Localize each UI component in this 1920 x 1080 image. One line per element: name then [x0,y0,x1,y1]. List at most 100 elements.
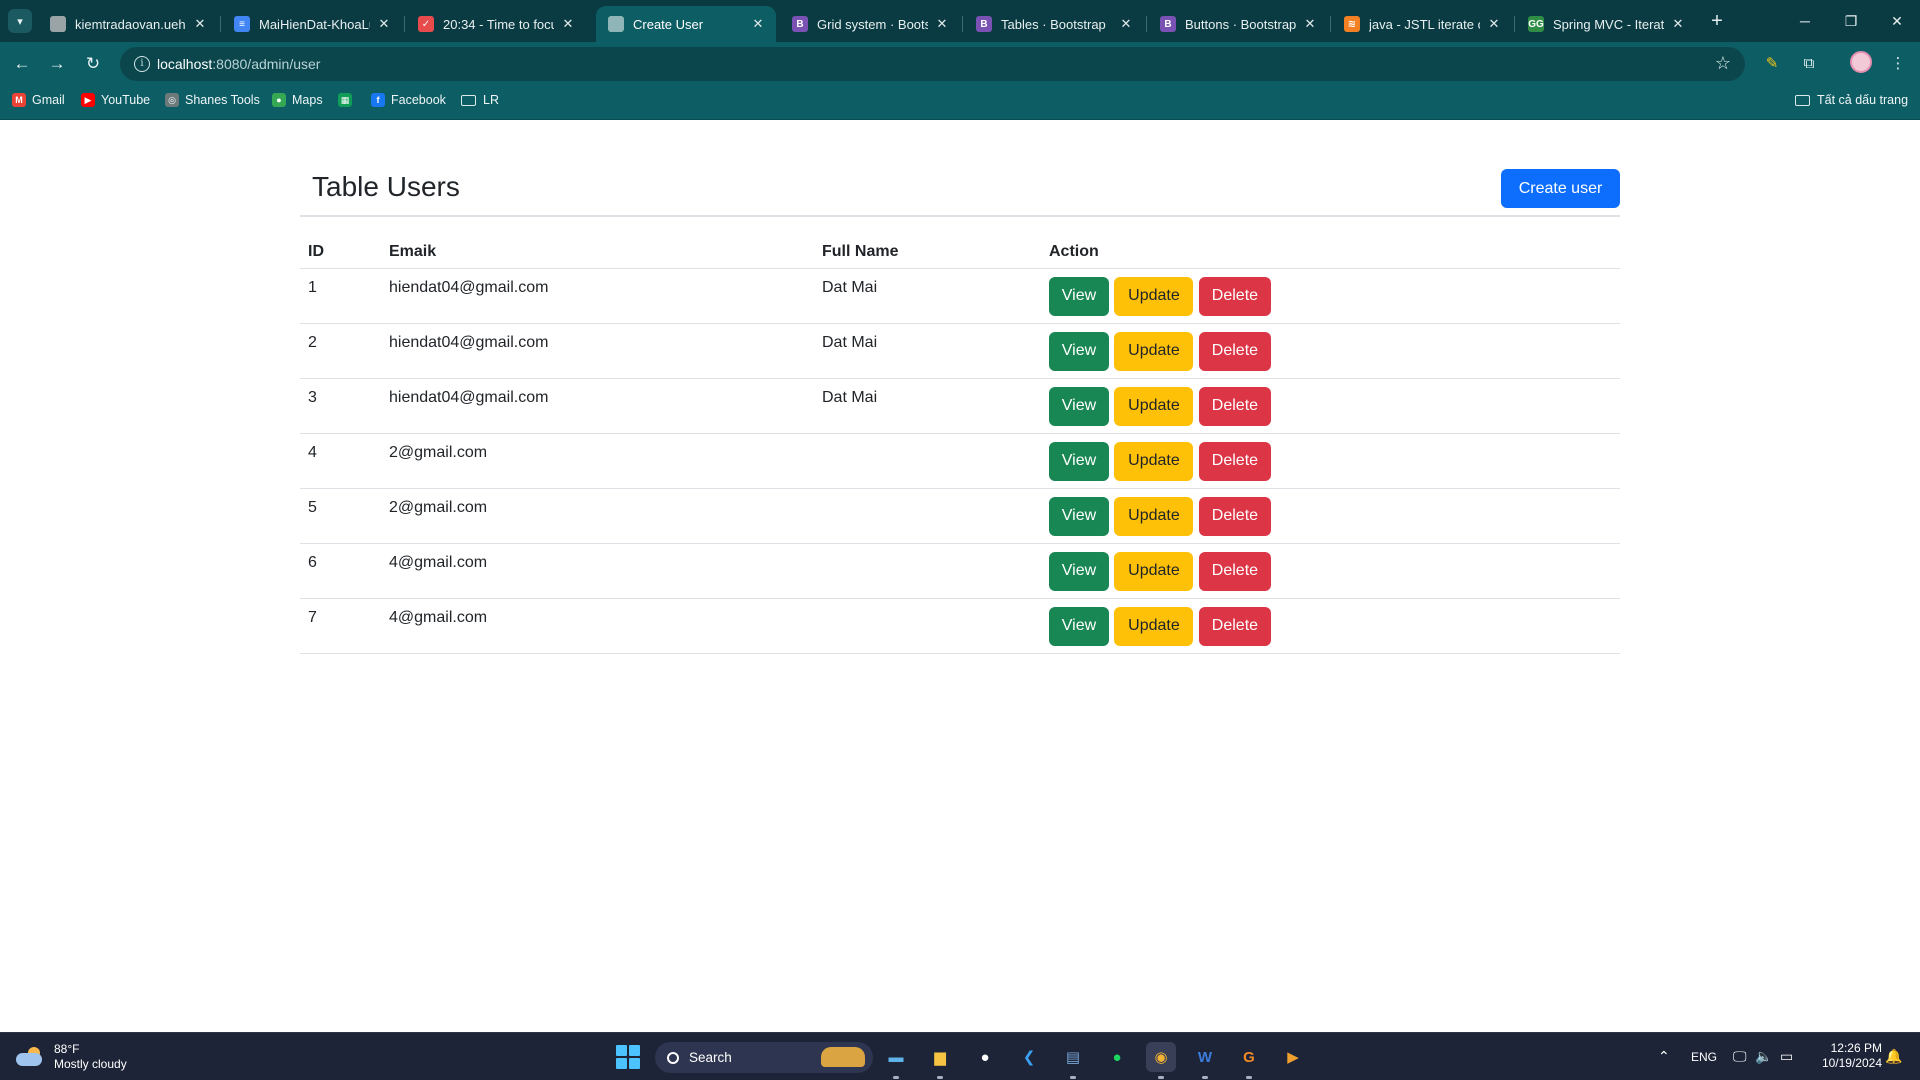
search-icon [667,1051,679,1064]
ide-icon[interactable]: ▤ [1058,1042,1088,1072]
tab-close-icon[interactable]: ✕ [1486,16,1502,32]
bookmark-item[interactable]: f Facebook [371,93,446,107]
browser-tab[interactable]: ≡ MaiHienDat-KhoaLuan ✕ [222,6,402,42]
view-button[interactable]: View [1049,331,1109,371]
view-button[interactable]: View [1049,606,1109,646]
tab-close-icon[interactable]: ✕ [192,16,208,32]
browser-menu-icon[interactable]: ⋮ [1886,51,1910,75]
delete-button[interactable]: Delete [1198,331,1271,371]
battery-icon[interactable]: ▭ [1780,1048,1793,1065]
minimize-button[interactable]: ─ [1782,0,1828,42]
network-icon[interactable]: 🖵 [1733,1048,1747,1065]
row-actions: View Update Delete [1041,488,1620,544]
view-button[interactable]: View [1049,441,1109,481]
back-arrow-icon[interactable]: ← [9,51,35,77]
browser-tab[interactable]: ✓ 20:34 - Time to focus! ✕ [406,6,586,42]
tab-favicon-icon: B [976,16,992,32]
tab-separator [1330,16,1331,32]
browser-tab[interactable]: ≋ java - JSTL iterate over ✕ [1332,6,1512,42]
windows-start-icon[interactable] [616,1045,640,1069]
update-button[interactable]: Update [1114,276,1194,316]
delete-button[interactable]: Delete [1198,441,1271,481]
tab-title: 20:34 - Time to focus! [443,16,554,32]
bookmark-item[interactable]: LR [461,93,499,107]
chrome-icon[interactable]: ◉ [1146,1042,1176,1072]
browser-tab[interactable]: B Buttons · Bootstrap ✕ [1148,6,1328,42]
vscode-icon[interactable]: ❮ [1014,1042,1044,1072]
profile-avatar[interactable] [1850,51,1872,73]
browser-tab[interactable]: B Grid system · Bootstrap ✕ [780,6,960,42]
update-button[interactable]: Update [1114,441,1194,481]
update-button[interactable]: Update [1114,496,1194,536]
weather-widget[interactable]: 88°F Mostly cloudy [16,1042,127,1072]
view-button[interactable]: View [1049,276,1109,316]
github-icon[interactable]: ● [970,1042,1000,1072]
tab-close-icon[interactable]: ✕ [750,16,766,32]
table-row: 6 4@gmail.com View Update Delete [300,543,1620,599]
language-indicator[interactable]: ENG [1691,1050,1717,1064]
desktop-app-icon[interactable]: ▬ [881,1042,911,1072]
extensions-puzzle-icon[interactable]: ⧉ [1797,51,1821,75]
browser-tab[interactable]: B Tables · Bootstrap ✕ [964,6,1144,42]
all-bookmarks-folder[interactable]: Tất cả dấu trang [1795,93,1908,107]
bookmark-item[interactable]: ▶ YouTube [81,93,150,107]
notifications-bell-icon[interactable]: 🔔 [1885,1048,1902,1065]
update-button[interactable]: Update [1114,551,1194,591]
highlighter-extension-icon[interactable]: ✎ [1760,51,1784,75]
bookmark-item[interactable]: ▦ [338,93,358,107]
view-button[interactable]: View [1049,386,1109,426]
address-bar[interactable]: i localhost:8080/admin/user ☆ [120,47,1745,81]
tab-close-icon[interactable]: ✕ [1670,16,1686,32]
forward-arrow-icon[interactable]: → [44,51,70,77]
bookmark-item[interactable]: ● Maps [272,93,323,107]
create-user-button[interactable]: Create user [1501,169,1620,208]
site-info-icon[interactable]: i [134,56,150,72]
tab-search-chevron-icon[interactable]: ▾ [8,9,32,33]
bookmark-item[interactable]: ◎ Shanes Tools [165,93,260,107]
user-email-cell: hiendat04@gmail.com [381,323,814,379]
volume-icon[interactable]: 🔈 [1755,1048,1772,1065]
user-email-cell: 4@gmail.com [381,543,814,599]
delete-button[interactable]: Delete [1198,496,1271,536]
show-hidden-icons-chevron-icon[interactable]: ⌃ [1658,1048,1670,1065]
search-highlight-image [821,1047,865,1067]
bookmark-star-icon[interactable]: ☆ [1715,53,1731,74]
delete-button[interactable]: Delete [1198,386,1271,426]
tab-favicon-icon [50,16,66,32]
tab-close-icon[interactable]: ✕ [376,16,392,32]
tab-title: Grid system · Bootstrap [817,16,928,32]
update-button[interactable]: Update [1114,386,1194,426]
tab-close-icon[interactable]: ✕ [934,16,950,32]
url-host: localhost [157,56,213,72]
spotify-icon[interactable]: ● [1102,1042,1132,1072]
view-button[interactable]: View [1049,551,1109,591]
user-full-name-cell: Dat Mai [814,323,1041,379]
tab-close-icon[interactable]: ✕ [560,16,576,32]
bookmark-item[interactable]: M Gmail [12,93,65,107]
file-explorer-icon[interactable]: ▆ [925,1042,955,1072]
clock[interactable]: 12:26 PM 10/19/2024 [1812,1041,1882,1071]
tab-close-icon[interactable]: ✕ [1302,16,1318,32]
user-id-cell: 1 [300,268,381,324]
delete-button[interactable]: Delete [1198,551,1271,591]
restore-button[interactable]: ❐ [1828,0,1874,42]
url-text[interactable]: localhost:8080/admin/user [157,56,320,72]
taskbar-search[interactable]: Search [655,1042,873,1073]
app-g-icon[interactable]: G [1234,1042,1264,1072]
word-icon[interactable]: W [1190,1042,1220,1072]
close-window-button[interactable]: ✕ [1874,0,1920,42]
browser-tab[interactable]: GG Spring MVC - Iterating ✕ [1516,6,1696,42]
tab-close-icon[interactable]: ✕ [1118,16,1134,32]
delete-button[interactable]: Delete [1198,606,1271,646]
windows-taskbar: 88°F Mostly cloudy Search ▬ ▆ ● ❮ ▤ ● ◉ W G ▶ ⌃ E… [0,1032,1920,1080]
media-player-icon[interactable]: ▶ [1278,1042,1308,1072]
browser-tab[interactable]: kiemtradaovan.ueh.edu.vn ✕ [38,6,218,42]
view-button[interactable]: View [1049,496,1109,536]
update-button[interactable]: Update [1114,331,1194,371]
browser-tab[interactable]: Create User ✕ [596,6,776,42]
tab-favicon-icon: B [1160,16,1176,32]
delete-button[interactable]: Delete [1198,276,1271,316]
new-tab-button[interactable]: + [1705,10,1729,34]
update-button[interactable]: Update [1114,606,1194,646]
reload-icon[interactable]: ↻ [80,51,106,77]
